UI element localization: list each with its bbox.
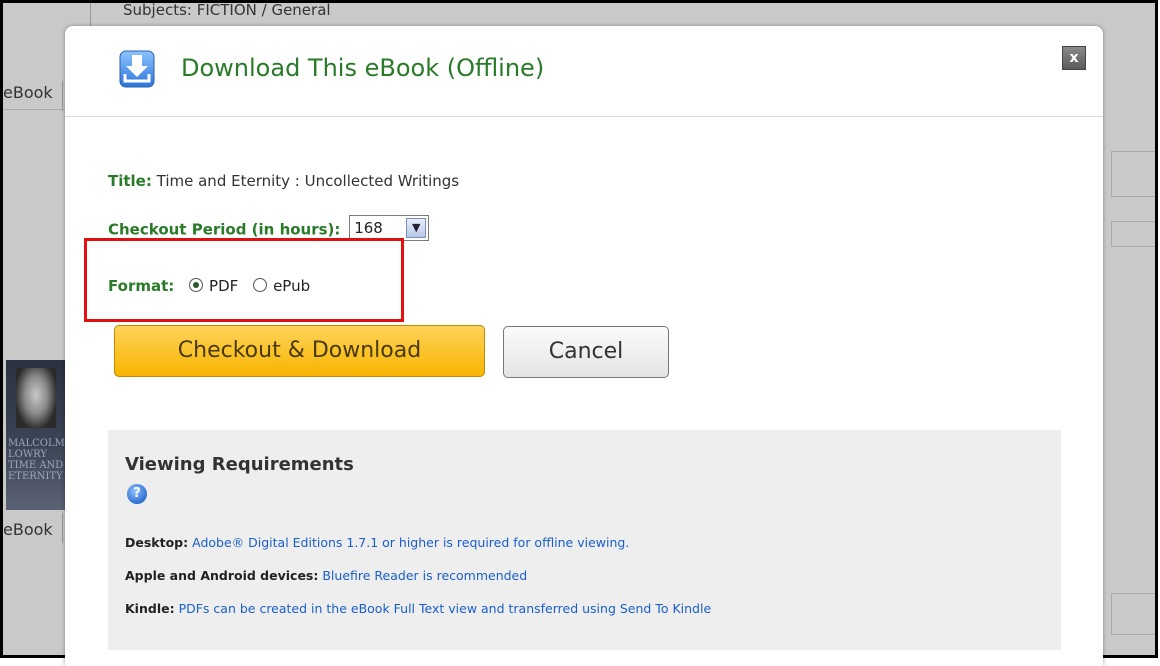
- format-radio-pdf-label[interactable]: PDF: [209, 277, 238, 295]
- bg-book-cover: MALCOLM LOWRY TIME AND ETERNITY: [6, 360, 68, 510]
- title-label: Title:: [108, 172, 152, 190]
- cancel-button[interactable]: Cancel: [503, 326, 669, 378]
- bg-right-cell: [1111, 593, 1155, 635]
- dialog-header: Download This eBook (Offline) x: [65, 26, 1103, 117]
- viewing-requirements-panel: Viewing Requirements ? Desktop: Adobe® D…: [108, 430, 1061, 650]
- download-icon: [119, 50, 155, 88]
- chevron-down-icon[interactable]: ▼: [406, 218, 427, 238]
- requirements-title: Viewing Requirements: [125, 454, 354, 475]
- bg-ebook-label: eBook: [3, 83, 53, 102]
- bg-right-cell: [1111, 151, 1155, 197]
- format-field: Format: PDF ePub: [108, 277, 310, 295]
- format-radio-pdf[interactable]: [189, 277, 204, 292]
- requirement-label: Kindle:: [125, 601, 175, 616]
- checkout-download-button[interactable]: Checkout & Download: [114, 325, 485, 377]
- checkout-period-label: Checkout Period (in hours):: [108, 220, 341, 239]
- bg-right-cell: [1111, 221, 1155, 247]
- requirement-label: Apple and Android devices:: [125, 568, 319, 583]
- requirement-link[interactable]: Bluefire Reader is recommended: [322, 568, 527, 583]
- bg-divider: [3, 109, 65, 110]
- format-radio-epub[interactable]: [253, 277, 268, 292]
- requirement-link[interactable]: PDFs can be created in the eBook Full Te…: [179, 601, 712, 616]
- bg-cover-portrait: [16, 368, 56, 428]
- format-radio-epub-label[interactable]: ePub: [273, 277, 310, 295]
- bg-subjects-text: Subjects: FICTION / General: [123, 3, 331, 19]
- dialog-title: Download This eBook (Offline): [181, 54, 545, 82]
- bg-divider: [62, 81, 63, 111]
- format-label: Format:: [108, 277, 175, 295]
- help-icon[interactable]: ?: [127, 484, 147, 504]
- requirement-label: Desktop:: [125, 535, 189, 550]
- checkout-period-value: 168: [354, 219, 383, 237]
- bg-cover-title: MALCOLM LOWRY TIME AND ETERNITY: [8, 438, 65, 482]
- requirement-mobile: Apple and Android devices: Bluefire Read…: [125, 568, 527, 583]
- bg-ebook-label: eBook: [3, 520, 53, 539]
- requirement-kindle: Kindle: PDFs can be created in the eBook…: [125, 601, 711, 616]
- title-field: Title: Time and Eternity : Uncollected W…: [108, 172, 459, 190]
- title-value: Time and Eternity : Uncollected Writings: [156, 172, 460, 190]
- requirement-link[interactable]: Adobe® Digital Editions 1.7.1 or higher …: [192, 535, 629, 550]
- close-button[interactable]: x: [1062, 46, 1086, 70]
- download-dialog: Download This eBook (Offline) x Title: T…: [65, 26, 1103, 666]
- requirement-desktop: Desktop: Adobe® Digital Editions 1.7.1 o…: [125, 535, 629, 550]
- bg-divider: [62, 513, 63, 543]
